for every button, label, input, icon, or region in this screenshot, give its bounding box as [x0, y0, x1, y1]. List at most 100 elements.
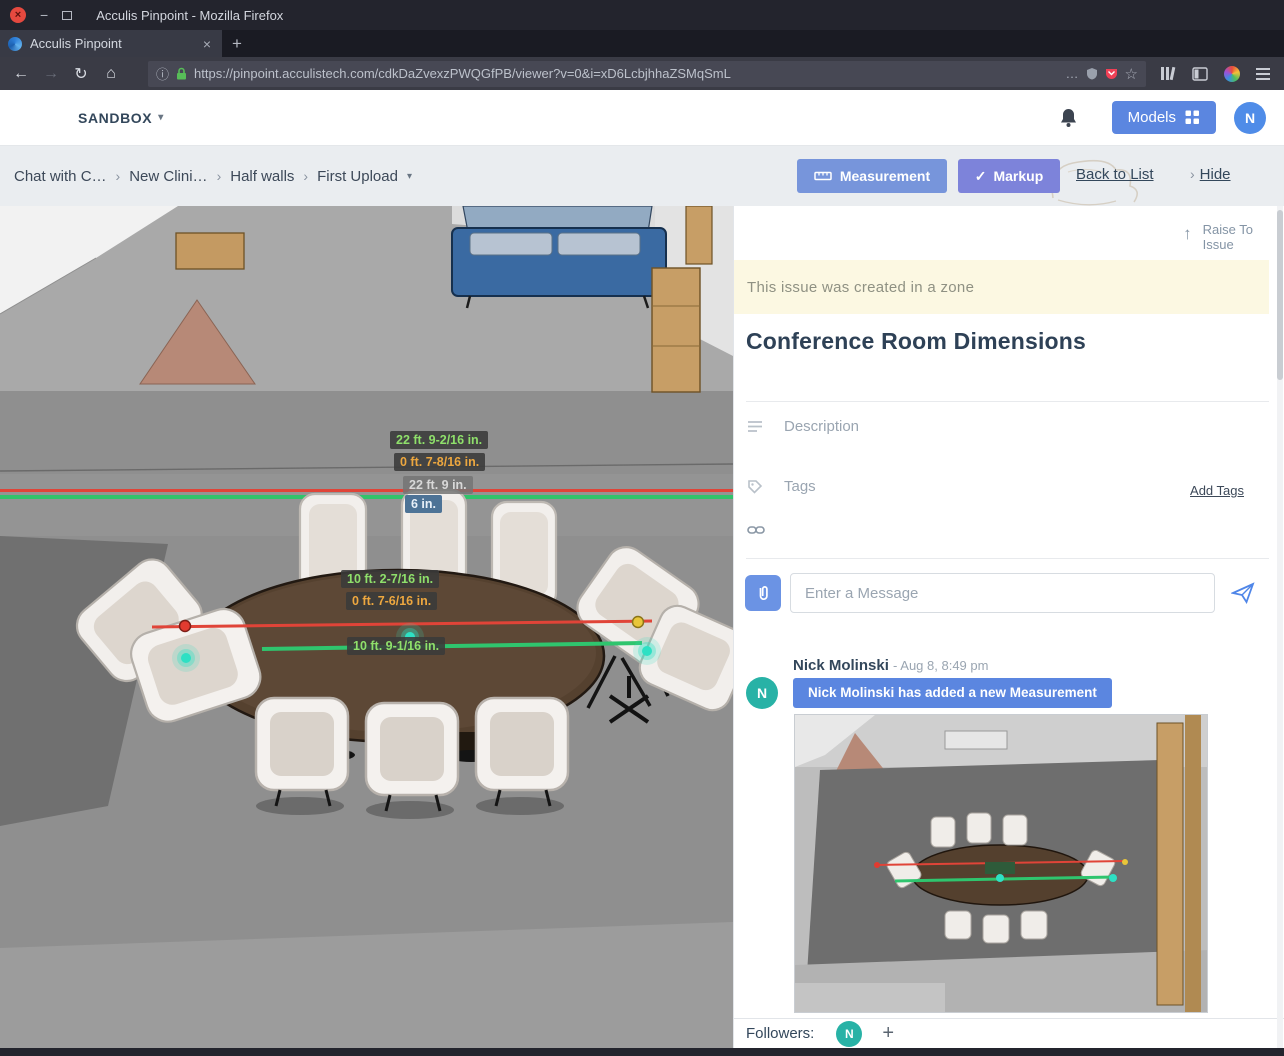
panel-scrollbar[interactable]: [1277, 206, 1283, 1048]
raise-to-issue-label-1: Raise To: [1202, 222, 1253, 237]
3d-scene: [0, 206, 733, 1048]
browser-tab[interactable]: Acculis Pinpoint ×: [0, 30, 222, 57]
window-minimize-button[interactable]: −: [40, 8, 48, 22]
sidebar-toggle-icon[interactable]: [1192, 66, 1208, 81]
comment-timestamp: Aug 8, 8:49 pm: [900, 658, 989, 673]
hide-panel-link[interactable]: › Hide: [1190, 166, 1231, 183]
models-grid-icon: [1185, 110, 1199, 124]
message-input[interactable]: [790, 573, 1215, 613]
measurement-label[interactable]: 0 ft. 7-8/16 in.: [394, 453, 486, 471]
markup-button[interactable]: ✓ Markup: [958, 159, 1060, 193]
chevron-right-icon: ›: [1190, 166, 1195, 182]
attach-button[interactable]: [745, 575, 781, 611]
breadcrumb: Chat with C… › New Clini… › Half walls ›…: [14, 146, 412, 206]
forward-icon[interactable]: →: [36, 65, 66, 83]
chevron-right-icon: ›: [115, 168, 121, 184]
followers-bar: Followers: N +: [734, 1018, 1284, 1048]
tab-title: Acculis Pinpoint: [30, 36, 122, 51]
measurement-label-selected[interactable]: 6 in.: [405, 495, 443, 513]
raise-arrow-icon: ↑: [1183, 224, 1192, 243]
window-bottom-edge: [0, 1048, 1284, 1056]
measurement-button-label: Measurement: [839, 168, 931, 184]
raise-to-issue-label-2: Issue: [1202, 237, 1234, 252]
window-title: Acculis Pinpoint - Mozilla Firefox: [96, 7, 284, 23]
bookmark-star-icon[interactable]: ☆: [1125, 65, 1138, 83]
raise-to-issue-button[interactable]: ↑ Raise To Issue: [1183, 222, 1253, 252]
menu-hamburger-icon[interactable]: [1256, 72, 1270, 75]
breadcrumb-item-project[interactable]: Chat with C…: [14, 168, 107, 185]
workspace-switcher[interactable]: SANDBOX ▾: [78, 110, 164, 126]
followers-label: Followers:: [746, 1025, 815, 1042]
back-to-list-link[interactable]: Back to List: [1076, 166, 1154, 183]
breadcrumb-bar: Chat with C… › New Clini… › Half walls ›…: [0, 146, 1284, 206]
measurement-label[interactable]: 22 ft. 9-2/16 in.: [390, 431, 489, 449]
models-button-label: Models: [1127, 109, 1176, 126]
window-close-button[interactable]: ×: [10, 7, 26, 23]
pocket-icon[interactable]: [1105, 67, 1118, 80]
url-text[interactable]: https://pinpoint.acculistech.com/cdkDaZv…: [194, 66, 1059, 81]
follower-avatar[interactable]: N: [836, 1020, 863, 1047]
tracking-shield-icon[interactable]: [1086, 67, 1098, 80]
divider: [746, 401, 1269, 402]
measurement-button[interactable]: Measurement: [797, 159, 947, 193]
chevron-right-icon: ›: [303, 168, 309, 184]
paperclip-icon: [759, 586, 768, 600]
app-header: SANDBOX ▾ Models N: [0, 90, 1284, 224]
scrollbar-thumb[interactable]: [1277, 210, 1283, 380]
browser-tabbar: Acculis Pinpoint × +: [0, 30, 1284, 57]
send-message-button[interactable]: [1230, 582, 1255, 607]
comment-header: Nick Molinski - Aug 8, 8:49 pm: [793, 657, 989, 674]
hide-label: Hide: [1199, 166, 1231, 183]
link-icon: [747, 526, 765, 534]
tag-icon: [748, 480, 763, 494]
url-bar[interactable]: ⓘ https://pinpoint.acculistech.com/cdkDa…: [148, 60, 1146, 87]
measurement-added-badge: Nick Molinski has added a new Measuremen…: [793, 678, 1112, 708]
measurement-label[interactable]: 10 ft. 9-1/16 in.: [347, 637, 446, 655]
breadcrumb-item-model[interactable]: Half walls: [230, 168, 294, 185]
description-placeholder: Description: [784, 418, 860, 435]
back-icon[interactable]: ←: [6, 65, 36, 83]
3d-viewer[interactable]: 22 ft. 9-2/16 in. 0 ft. 7-8/16 in. 22 ft…: [0, 206, 733, 1048]
site-info-icon[interactable]: ⓘ: [156, 64, 169, 83]
models-button[interactable]: Models: [1111, 101, 1216, 134]
page-actions-icon[interactable]: …: [1066, 66, 1079, 81]
breadcrumb-item-version[interactable]: First Upload: [317, 168, 398, 185]
measurement-label[interactable]: 0 ft. 7-6/16 in.: [346, 592, 438, 610]
workspace-name: SANDBOX: [78, 109, 153, 126]
chevron-down-icon: ▾: [158, 112, 164, 123]
divider: [746, 558, 1269, 559]
home-icon[interactable]: ⌂: [96, 65, 126, 83]
description-field[interactable]: Description: [747, 418, 859, 435]
zone-banner-text: This issue was created in a zone: [747, 278, 975, 296]
extension-colorwheel-icon[interactable]: [1224, 65, 1240, 82]
issue-panel: ↑ Raise To Issue This issue was created …: [733, 206, 1284, 1048]
measurement-label[interactable]: 22 ft. 9 in.: [403, 476, 473, 494]
comment-avatar: N: [746, 677, 778, 709]
notifications-bell-icon[interactable]: [1059, 107, 1078, 128]
markup-check-icon: ✓: [974, 167, 987, 184]
window-titlebar: × − Acculis Pinpoint - Mozilla Firefox: [0, 0, 1284, 30]
tab-close-icon[interactable]: ×: [200, 36, 214, 52]
library-icon[interactable]: [1160, 66, 1176, 81]
reload-icon[interactable]: ↻: [66, 64, 96, 84]
add-follower-button[interactable]: +: [882, 1022, 894, 1045]
markup-button-label: Markup: [993, 168, 1044, 184]
window-restore-button[interactable]: [62, 10, 73, 20]
tab-favicon-icon: [8, 36, 22, 51]
comment-author: Nick Molinski: [793, 657, 889, 674]
browser-navbar: ← → ↻ ⌂ ⓘ https://pinpoint.acculistech.c…: [0, 57, 1284, 90]
thumbnail-scene: [795, 715, 1207, 1012]
measurement-ruler-icon: [814, 171, 832, 181]
new-tab-button[interactable]: +: [222, 30, 252, 57]
attachments-field[interactable]: [747, 524, 765, 536]
issue-title: Conference Room Dimensions: [746, 328, 1087, 354]
add-tags-link[interactable]: Add Tags: [1190, 483, 1244, 498]
tags-field[interactable]: Tags: [747, 478, 816, 495]
user-avatar[interactable]: N: [1234, 101, 1266, 134]
breadcrumb-item-folder[interactable]: New Clini…: [129, 168, 207, 185]
measurement-label[interactable]: 10 ft. 2-7/16 in.: [341, 570, 440, 588]
measurement-thumbnail[interactable]: [794, 714, 1208, 1013]
chevron-right-icon: ›: [216, 168, 222, 184]
description-icon: [748, 421, 762, 432]
zone-banner: This issue was created in a zone: [734, 260, 1269, 314]
